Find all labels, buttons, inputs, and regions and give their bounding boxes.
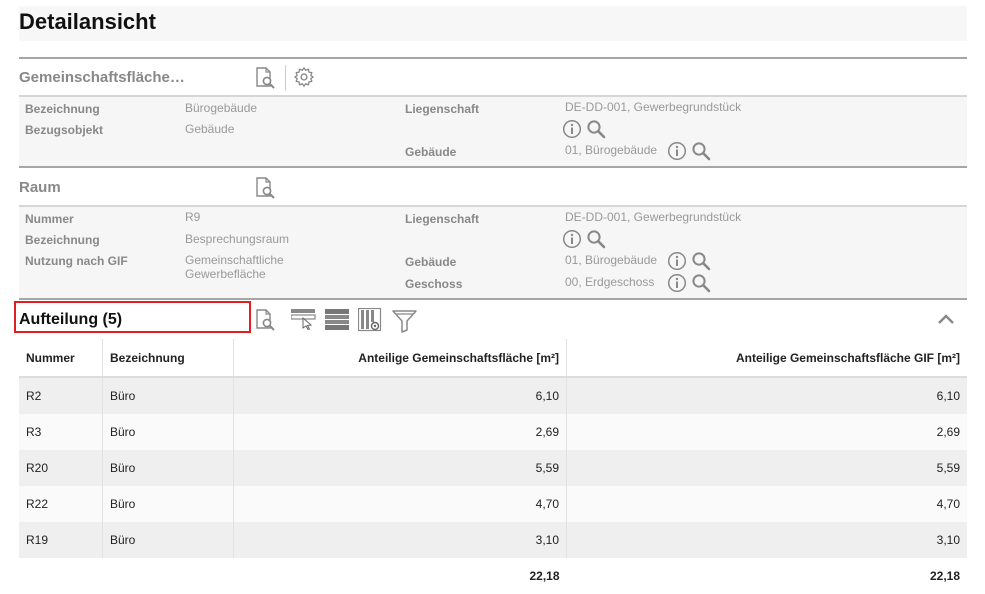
value-geschoss: 00, Erdgeschoss: [565, 275, 655, 289]
cell-anteilige-flaeche-gif: 5,59: [566, 450, 967, 486]
label-bezugsobjekt: Bezugsobjekt: [25, 123, 104, 137]
table-row[interactable]: R19 Büro 3,10 3,10: [19, 522, 967, 558]
cell-anteilige-flaeche: 4,70: [233, 486, 567, 522]
info-icon[interactable]: [562, 229, 582, 249]
column-header-nummer[interactable]: Nummer: [19, 339, 103, 378]
cell-anteilige-flaeche: 5,59: [233, 450, 567, 486]
label-liegenschaft: Liegenschaft: [405, 102, 480, 116]
table-header-row: Nummer Bezeichnung Anteilige Gemeinschaf…: [19, 339, 967, 378]
label-liegenschaft: Liegenschaft: [405, 212, 480, 226]
column-header-anteilige-flaeche[interactable]: Anteilige Gemeinschaftsfläche [m²]: [233, 339, 567, 378]
info-icon[interactable]: [667, 251, 687, 271]
toolbar-separator: [285, 65, 286, 91]
value-nutzung-line1: Gemeinschaftliche: [185, 253, 284, 267]
section-divider: [19, 298, 967, 300]
cell-total-empty: [19, 558, 103, 594]
gear-icon[interactable]: [293, 66, 315, 88]
cell-bezeichnung: Büro: [102, 486, 234, 522]
cell-bezeichnung: Büro: [102, 377, 234, 414]
label-gebaeude: Gebäude: [405, 145, 457, 159]
cell-anteilige-flaeche-gif: 3,10: [566, 522, 967, 558]
label-bezeichnung: Bezeichnung: [25, 233, 100, 247]
chevron-up-icon[interactable]: [937, 312, 955, 326]
value-bezugsobjekt: Gebäude: [185, 122, 235, 136]
rows-icon[interactable]: [325, 309, 350, 331]
cell-nummer: R3: [19, 414, 103, 450]
section-title-gemeinschaftsflaeche[interactable]: Gemeinschaftsfläche…: [19, 69, 185, 86]
info-icon[interactable]: [667, 141, 687, 161]
search-icon[interactable]: [691, 141, 711, 161]
search-icon[interactable]: [691, 273, 711, 293]
table-row[interactable]: R2 Büro 6,10 6,10: [19, 377, 967, 414]
column-header-bezeichnung[interactable]: Bezeichnung: [102, 339, 234, 378]
search-icon[interactable]: [586, 119, 606, 139]
label-gebaeude: Gebäude: [405, 255, 457, 269]
total-anteilige-flaeche-gif: 22,18: [566, 558, 967, 594]
value-liegenschaft: DE-DD-001, Gewerbegrundstück: [565, 100, 742, 114]
cell-bezeichnung: Büro: [102, 522, 234, 558]
document-search-icon[interactable]: [254, 177, 276, 199]
value-bezeichnung: Besprechungsraum: [185, 232, 290, 246]
cell-bezeichnung: Büro: [102, 450, 234, 486]
value-gebaeude: 01, Bürogebäude: [565, 143, 658, 157]
value-nutzung-line2: Gewerbefläche: [185, 267, 266, 281]
table-row[interactable]: R20 Büro 5,59 5,59: [19, 450, 967, 486]
section-title-raum[interactable]: Raum: [19, 179, 61, 196]
label-nummer: Nummer: [25, 212, 74, 226]
search-icon[interactable]: [586, 229, 606, 249]
column-header-anteilige-flaeche-gif[interactable]: Anteilige Gemeinschaftsfläche GIF [m²]: [566, 339, 967, 378]
cell-nummer: R19: [19, 522, 103, 558]
totals-row: 22,18 22,18: [19, 558, 967, 594]
info-icon[interactable]: [562, 119, 582, 139]
info-icon[interactable]: [667, 273, 687, 293]
value-nummer: R9: [185, 210, 201, 224]
cell-anteilige-flaeche: 3,10: [233, 522, 567, 558]
section-details-raum: [19, 207, 967, 298]
aufteilung-table: Nummer Bezeichnung Anteilige Gemeinschaf…: [19, 339, 967, 594]
total-anteilige-flaeche: 22,18: [233, 558, 567, 594]
cell-total-empty: [102, 558, 234, 594]
value-bezeichnung: Bürogebäude: [185, 101, 258, 115]
section-divider: [19, 57, 967, 59]
value-gebaeude: 01, Bürogebäude: [565, 253, 658, 267]
section-divider: [19, 166, 967, 168]
cell-anteilige-flaeche-gif: 2,69: [566, 414, 967, 450]
document-search-icon[interactable]: [254, 67, 276, 89]
table-row[interactable]: R22 Büro 4,70 4,70: [19, 486, 967, 522]
cell-anteilige-flaeche-gif: 4,70: [566, 486, 967, 522]
cell-nummer: R20: [19, 450, 103, 486]
filter-row-icon[interactable]: [291, 308, 317, 330]
funnel-icon[interactable]: [392, 309, 418, 333]
value-liegenschaft: DE-DD-001, Gewerbegrundstück: [565, 210, 742, 224]
cell-nummer: R22: [19, 486, 103, 522]
search-icon[interactable]: [691, 251, 711, 271]
cell-bezeichnung: Büro: [102, 414, 234, 450]
label-bezeichnung: Bezeichnung: [25, 102, 100, 116]
cell-nummer: R2: [19, 377, 103, 414]
cell-anteilige-flaeche: 6,10: [233, 377, 567, 414]
title-bar: [19, 6, 967, 41]
label-nutzung-nach-gif: Nutzung nach GIF: [25, 254, 128, 268]
page-title: Detailansicht: [19, 9, 156, 34]
section-details-gemeinschaftsflaeche: [19, 97, 967, 166]
label-geschoss: Geschoss: [405, 277, 463, 291]
cell-anteilige-flaeche-gif: 6,10: [566, 377, 967, 414]
selection-highlight: [14, 301, 251, 333]
table-row[interactable]: R3 Büro 2,69 2,69: [19, 414, 967, 450]
columns-config-icon[interactable]: [358, 308, 383, 332]
cell-anteilige-flaeche: 2,69: [233, 414, 567, 450]
document-search-icon[interactable]: [254, 309, 276, 331]
